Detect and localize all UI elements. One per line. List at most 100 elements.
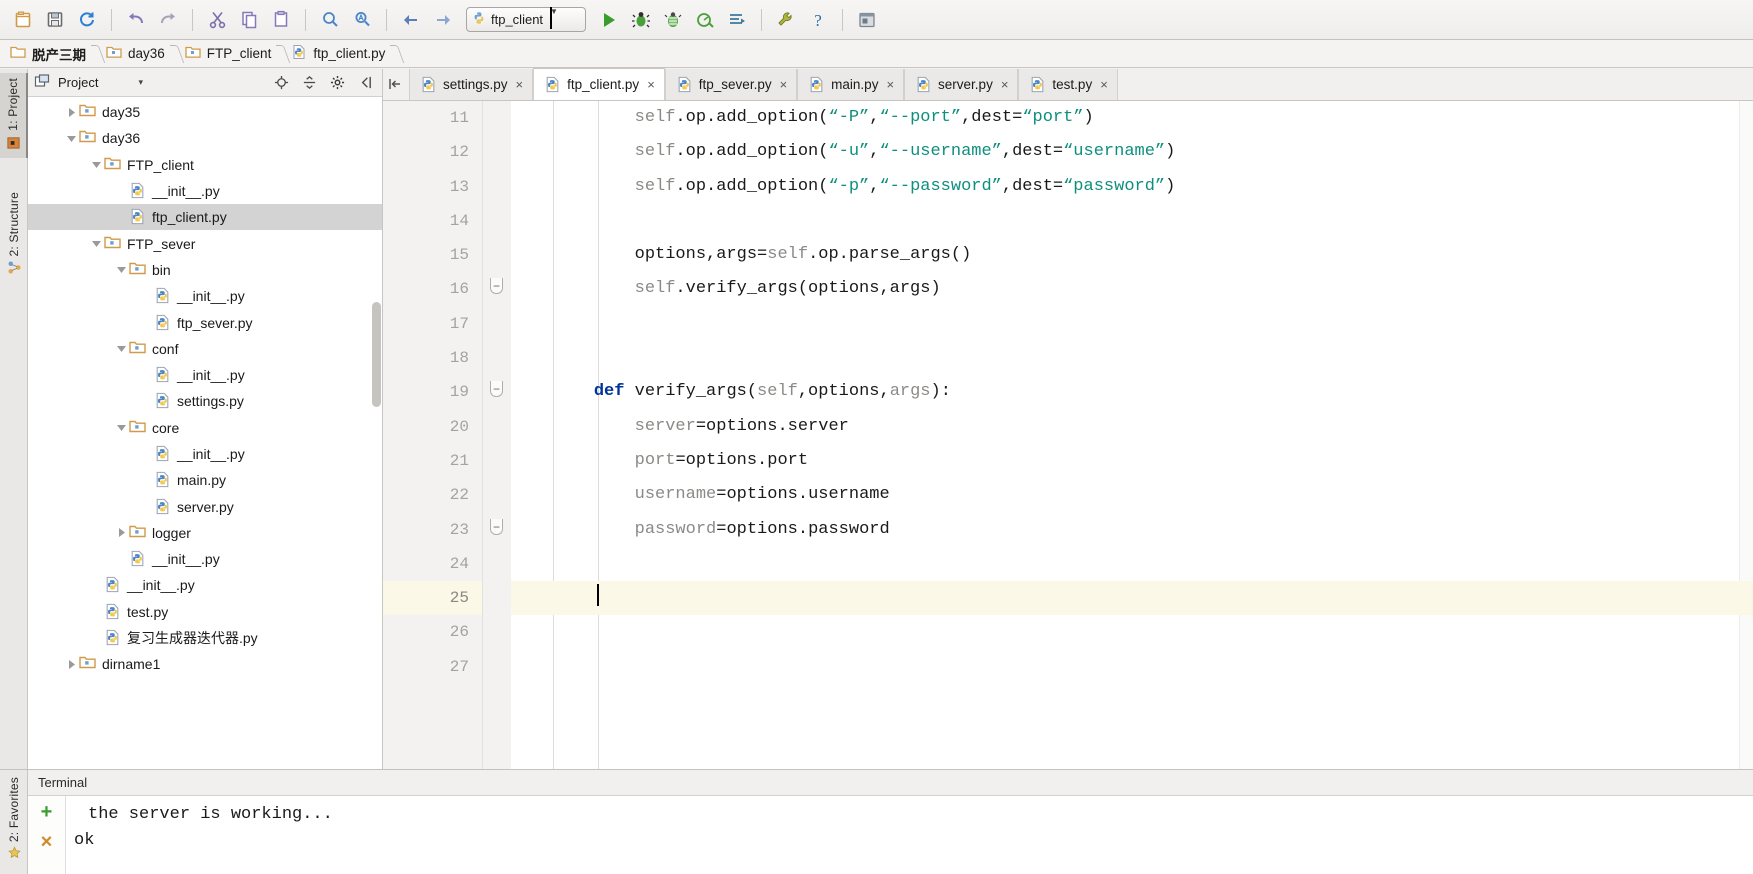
editor-tab-test-py[interactable]: test.py × [1018,69,1118,100]
chevron-down-icon[interactable] [113,420,129,436]
tree-item-test-py[interactable]: test.py [28,599,382,625]
code-line[interactable]: options,args=self.op.parse_args() [511,238,1753,272]
tree-item-day35[interactable]: day35 [28,99,382,125]
editor-tab-main-py[interactable]: main.py × [797,69,905,100]
close-tab-icon[interactable]: × [516,77,524,92]
code-line[interactable]: self.verify_args(options,args) [511,272,1753,306]
code-line[interactable]: self.op.add_option(“-p”,“--password”,des… [511,170,1753,204]
settings-wrench-icon[interactable] [771,5,801,35]
tree-item-bin[interactable]: bin [28,257,382,283]
gear-icon[interactable] [326,72,348,94]
app-window-icon[interactable] [852,5,882,35]
breadcrumb-item-day36[interactable]: day36 [106,45,170,62]
tree-item-logger[interactable]: logger [28,520,382,546]
fold-marker[interactable]: − [490,519,503,535]
save-all-icon[interactable] [40,5,70,35]
chevron-down-icon[interactable]: ▾ [138,77,143,88]
close-tab-icon[interactable]: × [647,77,655,92]
tree-item-py[interactable]: 复习生成器迭代器.py [28,625,382,651]
tree-item-settings-py[interactable]: settings.py [28,388,382,414]
debug-icon[interactable] [626,5,656,35]
close-tab-icon[interactable]: × [780,77,788,92]
sidebar-tab-favorites[interactable]: 2: Favorites [0,772,28,867]
tree-item-day36[interactable]: day36 [28,125,382,151]
code-line[interactable]: self.op.add_option(“-P”,“--port”,dest=“p… [511,101,1753,135]
chevron-down-icon[interactable] [113,262,129,278]
project-tree-scrollbar[interactable] [372,302,381,407]
code-line[interactable]: self.op.add_option(“-u”,“--username”,des… [511,135,1753,169]
search-icon[interactable] [315,5,345,35]
chevron-right-icon[interactable] [63,104,79,120]
code-line[interactable]: def verify_args(self,options,args): [511,375,1753,409]
chevron-down-icon[interactable] [88,236,104,252]
locate-icon[interactable] [270,72,292,94]
editor-tab-ftp_sever-py[interactable]: ftp_sever.py × [664,69,798,100]
code-line[interactable] [511,547,1753,581]
chevron-right-icon[interactable] [63,656,79,672]
new-terminal-session-button[interactable]: + [41,802,53,822]
fold-marker[interactable]: − [490,381,503,397]
undo-icon[interactable] [121,5,151,35]
tree-item-init-py[interactable]: __init__.py [28,572,382,598]
cut-icon[interactable] [202,5,232,35]
collapse-all-icon[interactable] [298,72,320,94]
code-line[interactable] [511,650,1753,684]
tree-item-init-py[interactable]: __init__.py [28,362,382,388]
tab-list-icon[interactable] [383,68,409,100]
new-file-icon[interactable] [8,5,38,35]
hide-panel-icon[interactable] [354,72,376,94]
tree-item-ftp-sever-py[interactable]: ftp_sever.py [28,309,382,335]
copy-icon[interactable] [234,5,264,35]
code-line[interactable]: port=options.port [511,444,1753,478]
editor-tab-settings-py[interactable]: settings.py × [409,69,534,100]
code-line[interactable] [511,341,1753,375]
tree-item-init-py[interactable]: __init__.py [28,546,382,572]
editor-tab-ftp_client-py[interactable]: ftp_client.py × [533,68,665,100]
close-tab-icon[interactable]: × [1001,77,1009,92]
coverage-icon[interactable] [658,5,688,35]
close-tab-icon[interactable]: × [886,77,894,92]
code-line[interactable]: username=options.username [511,478,1753,512]
tree-item-ftp-client[interactable]: FTP_client [28,152,382,178]
sidebar-tab-structure[interactable]: 2: Structure [0,187,28,283]
attach-icon[interactable] [722,5,752,35]
chevron-down-icon[interactable] [88,157,104,173]
paste-icon[interactable] [266,5,296,35]
breadcrumb-item-ftp-client[interactable]: FTP_client [185,45,277,62]
forward-icon[interactable] [428,5,458,35]
code-line[interactable]: server=options.server [511,410,1753,444]
tree-item-main-py[interactable]: main.py [28,467,382,493]
back-icon[interactable] [396,5,426,35]
tree-item-init-py[interactable]: __init__.py [28,441,382,467]
run-configuration-selector[interactable]: ftp_client ▼ [466,7,586,32]
replace-icon[interactable] [347,5,377,35]
run-icon[interactable] [594,5,624,35]
breadcrumb-item-project[interactable]: 脱产三期 [10,44,91,64]
tree-item-conf[interactable]: conf [28,336,382,362]
code-line[interactable] [511,615,1753,649]
chevron-right-icon[interactable] [113,525,129,541]
terminal-output[interactable]: the server is working... ok [66,796,1753,874]
tree-item-init-py[interactable]: __init__.py [28,178,382,204]
sync-icon[interactable] [72,5,102,35]
code-line[interactable] [511,581,1753,616]
code-line[interactable]: password=options.password [511,513,1753,547]
tree-item-ftp-sever[interactable]: FTP_sever [28,230,382,256]
chevron-down-icon[interactable] [113,341,129,357]
tree-item-init-py[interactable]: __init__.py [28,283,382,309]
help-icon[interactable]: ? [803,5,833,35]
chevron-down-icon[interactable] [63,130,79,146]
sidebar-tab-project[interactable]: 1: Project [0,73,28,158]
close-tab-icon[interactable]: × [1100,77,1108,92]
tree-item-dirname1[interactable]: dirname1 [28,651,382,677]
close-terminal-session-button[interactable]: × [41,832,53,852]
editor-tab-server-py[interactable]: server.py × [904,69,1019,100]
project-tree[interactable]: day35 day36 FTP_client __init__.py ftp_clien… [28,97,382,769]
redo-icon[interactable] [153,5,183,35]
tree-item-server-py[interactable]: server.py [28,493,382,519]
code-line[interactable] [511,204,1753,238]
fold-marker[interactable]: − [490,278,503,294]
code-content[interactable]: self.op.add_option(“-P”,“--port”,dest=“p… [511,101,1753,769]
tree-item-core[interactable]: core [28,415,382,441]
profile-icon[interactable] [690,5,720,35]
